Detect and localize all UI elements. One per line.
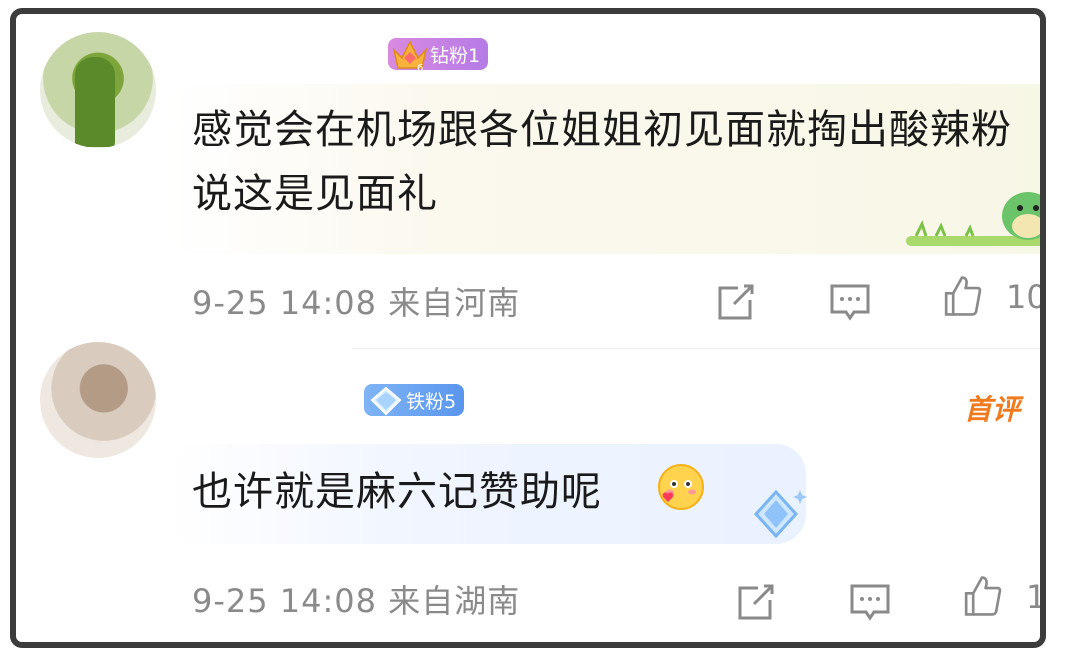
badge-label: 铁粉5 [406, 390, 457, 413]
like-count: 1 [1026, 578, 1046, 616]
avatar[interactable] [40, 342, 156, 458]
comment-text: 也许就是麻六记赞助呢 [192, 469, 602, 515]
badge-label: 钻粉1 [430, 44, 481, 67]
thumbs-up-icon[interactable] [960, 574, 1004, 618]
share-icon[interactable] [734, 580, 778, 624]
avatar[interactable] [40, 32, 156, 148]
divider [352, 348, 1040, 349]
like-count: 10 [1006, 278, 1046, 316]
fan-badge-diamond[interactable]: 6 钻粉1 [388, 38, 489, 74]
comment-item: 铁粉5 首评 也许就是麻六记赞助呢 9-25 14:08 来自湖南 1 [16, 342, 1046, 642]
fan-badge-iron[interactable]: 铁粉5 [364, 384, 465, 416]
comment-meta: 9-25 14:08 来自湖南 [192, 582, 521, 620]
comment-item: 6 钻粉1 感觉会在机场跟各位姐姐初见面就掏出酸辣粉说这是见面礼 9-25 14… [16, 14, 1046, 354]
share-icon[interactable] [714, 280, 758, 324]
diamond-icon [370, 386, 402, 416]
comment-meta: 9-25 14:08 来自河南 [192, 284, 521, 322]
thumbs-up-icon[interactable] [940, 274, 984, 318]
first-comment-tag: 首评 [964, 393, 1021, 426]
blushing-face-emoji-icon [658, 464, 704, 510]
comment-icon[interactable] [848, 580, 892, 624]
crown-icon: 6 [392, 40, 428, 74]
diamond-sticker-icon [753, 489, 807, 539]
svg-text:6: 6 [417, 63, 423, 74]
comment-icon[interactable] [828, 280, 872, 324]
dinosaur-sticker-icon [906, 192, 1040, 246]
screenshot-frame: 6 钻粉1 感觉会在机场跟各位姐姐初见面就掏出酸辣粉说这是见面礼 9-25 14… [10, 8, 1046, 648]
